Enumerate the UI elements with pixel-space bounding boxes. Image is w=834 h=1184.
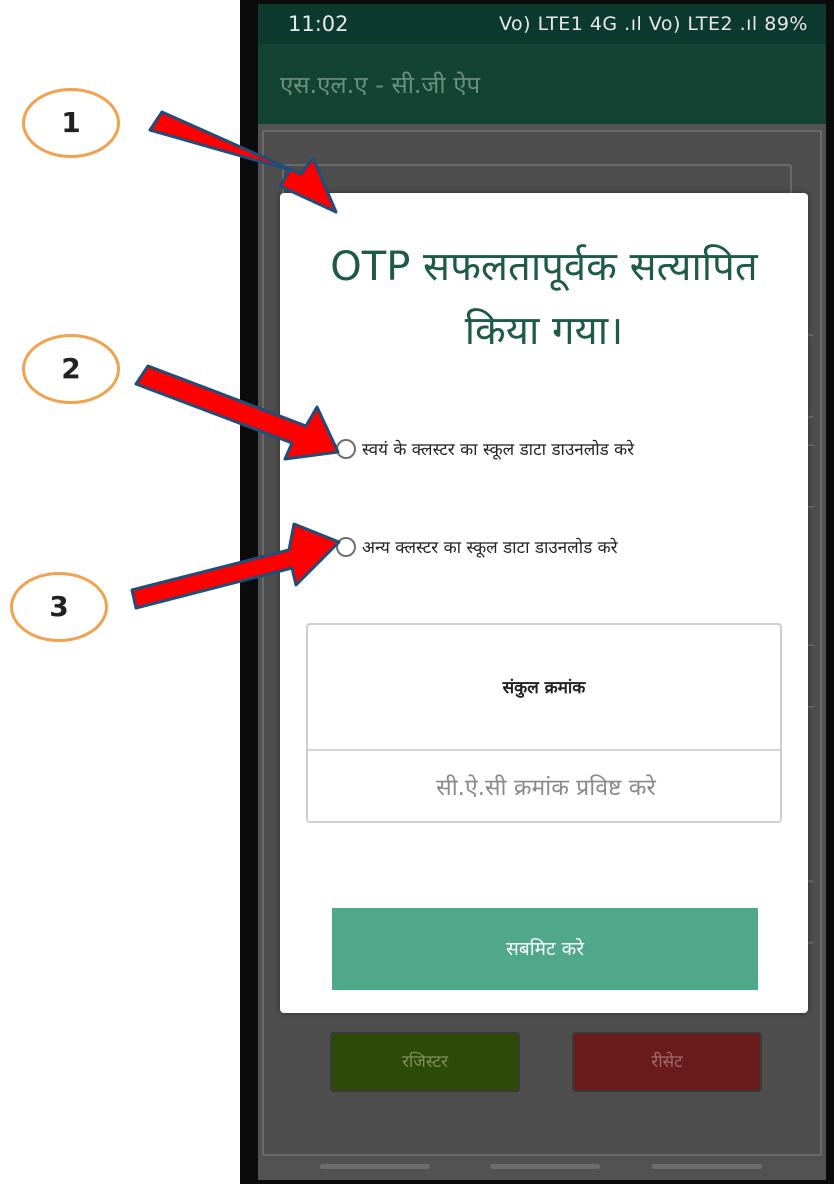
arrow-3-icon	[130, 522, 341, 610]
arrow-1-icon	[148, 110, 338, 214]
annotation-badge-3: 3	[10, 572, 108, 642]
arrow-2-icon	[134, 364, 340, 461]
annotation-badge-2: 2	[22, 334, 120, 404]
annotation-badge-1: 1	[22, 88, 120, 158]
annotation-arrows	[130, 110, 341, 610]
